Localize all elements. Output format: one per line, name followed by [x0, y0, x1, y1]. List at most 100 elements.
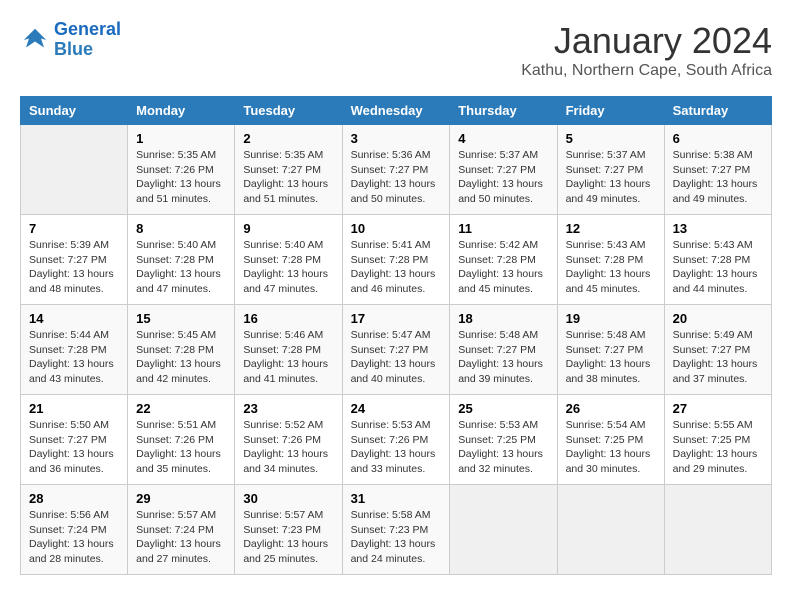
day-number: 13 — [673, 221, 763, 236]
calendar-row-0: 1 Sunrise: 5:35 AMSunset: 7:26 PMDaylight… — [21, 125, 772, 215]
calendar-cell: 10 Sunrise: 5:41 AMSunset: 7:28 PMDayligh… — [342, 215, 450, 305]
calendar-header-row: Sunday Monday Tuesday Wednesday Thursday… — [21, 97, 772, 125]
day-info: Sunrise: 5:41 AMSunset: 7:28 PMDaylight:… — [351, 238, 442, 297]
calendar-row-3: 21Sunrise: 5:50 AMSunset: 7:27 PMDayligh… — [21, 395, 772, 485]
calendar-row-4: 28Sunrise: 5:56 AMSunset: 7:24 PMDayligh… — [21, 485, 772, 575]
calendar-cell: 12Sunrise: 5:43 AMSunset: 7:28 PMDayligh… — [557, 215, 664, 305]
day-info: Sunrise: 5:37 AMSunset: 7:27 PMDaylight:… — [566, 148, 656, 207]
calendar-cell: 1 Sunrise: 5:35 AMSunset: 7:26 PMDaylight… — [128, 125, 235, 215]
col-friday: Friday — [557, 97, 664, 125]
day-info: Sunrise: 5:46 AMSunset: 7:28 PMDaylight:… — [243, 328, 333, 387]
calendar-table: Sunday Monday Tuesday Wednesday Thursday… — [20, 96, 772, 575]
day-number: 5 — [566, 131, 656, 146]
day-info: Sunrise: 5:36 AMSunset: 7:27 PMDaylight:… — [351, 148, 442, 207]
day-info: Sunrise: 5:51 AMSunset: 7:26 PMDaylight:… — [136, 418, 226, 477]
day-number: 23 — [243, 401, 333, 416]
calendar-row-2: 14 Sunrise: 5:44 AMSunset: 7:28 PMDayligh… — [21, 305, 772, 395]
day-number: 1 — [136, 131, 226, 146]
day-info: Sunrise: 5:39 AMSunset: 7:27 PMDaylight:… — [29, 238, 119, 297]
calendar-cell — [664, 485, 771, 575]
day-info: Sunrise: 5:35 AMSunset: 7:26 PMDaylight:… — [136, 148, 226, 207]
calendar-cell: 31Sunrise: 5:58 AMSunset: 7:23 PMDayligh… — [342, 485, 450, 575]
calendar-cell: 30 Sunrise: 5:57 AMSunset: 7:23 PMDayligh… — [235, 485, 342, 575]
day-number: 17 — [351, 311, 442, 326]
calendar-cell: 4 Sunrise: 5:37 AMSunset: 7:27 PMDaylight… — [450, 125, 557, 215]
day-info: Sunrise: 5:52 AMSunset: 7:26 PMDaylight:… — [243, 418, 333, 477]
month-title: January 2024 — [521, 20, 772, 62]
day-number: 27 — [673, 401, 763, 416]
day-info: Sunrise: 5:49 AMSunset: 7:27 PMDaylight:… — [673, 328, 763, 387]
day-info: Sunrise: 5:56 AMSunset: 7:24 PMDaylight:… — [29, 508, 119, 567]
day-info: Sunrise: 5:38 AMSunset: 7:27 PMDaylight:… — [673, 148, 763, 207]
calendar-cell: 26 Sunrise: 5:54 AMSunset: 7:25 PMDayligh… — [557, 395, 664, 485]
day-number: 29 — [136, 491, 226, 506]
day-number: 30 — [243, 491, 333, 506]
day-info: Sunrise: 5:40 AMSunset: 7:28 PMDaylight:… — [136, 238, 226, 297]
col-wednesday: Wednesday — [342, 97, 450, 125]
calendar-cell: 19Sunrise: 5:48 AMSunset: 7:27 PMDayligh… — [557, 305, 664, 395]
day-number: 24 — [351, 401, 442, 416]
calendar-cell: 23 Sunrise: 5:52 AMSunset: 7:26 PMDayligh… — [235, 395, 342, 485]
calendar-cell: 2Sunrise: 5:35 AMSunset: 7:27 PMDaylight… — [235, 125, 342, 215]
calendar-cell: 3 Sunrise: 5:36 AMSunset: 7:27 PMDaylight… — [342, 125, 450, 215]
day-info: Sunrise: 5:48 AMSunset: 7:27 PMDaylight:… — [458, 328, 548, 387]
title-section: January 2024 Kathu, Northern Cape, South… — [521, 20, 772, 80]
day-info: Sunrise: 5:55 AMSunset: 7:25 PMDaylight:… — [673, 418, 763, 477]
calendar-cell: 8 Sunrise: 5:40 AMSunset: 7:28 PMDaylight… — [128, 215, 235, 305]
day-number: 18 — [458, 311, 548, 326]
day-info: Sunrise: 5:57 AMSunset: 7:24 PMDaylight:… — [136, 508, 226, 567]
day-number: 10 — [351, 221, 442, 236]
col-tuesday: Tuesday — [235, 97, 342, 125]
day-info: Sunrise: 5:47 AMSunset: 7:27 PMDaylight:… — [351, 328, 442, 387]
day-number: 11 — [458, 221, 548, 236]
day-info: Sunrise: 5:58 AMSunset: 7:23 PMDaylight:… — [351, 508, 442, 567]
col-saturday: Saturday — [664, 97, 771, 125]
calendar-cell: 21Sunrise: 5:50 AMSunset: 7:27 PMDayligh… — [21, 395, 128, 485]
logo-line2: Blue — [54, 40, 121, 60]
calendar-cell: 29 Sunrise: 5:57 AMSunset: 7:24 PMDayligh… — [128, 485, 235, 575]
col-thursday: Thursday — [450, 97, 557, 125]
day-number: 3 — [351, 131, 442, 146]
calendar-cell — [21, 125, 128, 215]
calendar-cell — [450, 485, 557, 575]
calendar-cell: 7 Sunrise: 5:39 AMSunset: 7:27 PMDaylight… — [21, 215, 128, 305]
day-info: Sunrise: 5:50 AMSunset: 7:27 PMDaylight:… — [29, 418, 119, 477]
calendar-cell: 9 Sunrise: 5:40 AMSunset: 7:28 PMDaylight… — [235, 215, 342, 305]
day-number: 15 — [136, 311, 226, 326]
day-info: Sunrise: 5:40 AMSunset: 7:28 PMDaylight:… — [243, 238, 333, 297]
day-number: 19 — [566, 311, 656, 326]
calendar-cell: 17 Sunrise: 5:47 AMSunset: 7:27 PMDayligh… — [342, 305, 450, 395]
logo: General Blue — [20, 20, 121, 60]
calendar-cell: 27 Sunrise: 5:55 AMSunset: 7:25 PMDayligh… — [664, 395, 771, 485]
day-number: 9 — [243, 221, 333, 236]
day-info: Sunrise: 5:43 AMSunset: 7:28 PMDaylight:… — [673, 238, 763, 297]
logo-icon — [20, 25, 50, 55]
day-info: Sunrise: 5:37 AMSunset: 7:27 PMDaylight:… — [458, 148, 548, 207]
day-number: 14 — [29, 311, 119, 326]
calendar-cell: 16 Sunrise: 5:46 AMSunset: 7:28 PMDayligh… — [235, 305, 342, 395]
day-info: Sunrise: 5:44 AMSunset: 7:28 PMDaylight:… — [29, 328, 119, 387]
day-number: 7 — [29, 221, 119, 236]
location-title: Kathu, Northern Cape, South Africa — [521, 62, 772, 80]
calendar-cell: 28Sunrise: 5:56 AMSunset: 7:24 PMDayligh… — [21, 485, 128, 575]
day-info: Sunrise: 5:53 AMSunset: 7:26 PMDaylight:… — [351, 418, 442, 477]
logo-line1: General — [54, 19, 121, 39]
day-number: 16 — [243, 311, 333, 326]
col-monday: Monday — [128, 97, 235, 125]
day-number: 26 — [566, 401, 656, 416]
day-number: 4 — [458, 131, 548, 146]
day-number: 2 — [243, 131, 333, 146]
calendar-cell: 20Sunrise: 5:49 AMSunset: 7:27 PMDayligh… — [664, 305, 771, 395]
day-info: Sunrise: 5:42 AMSunset: 7:28 PMDaylight:… — [458, 238, 548, 297]
day-info: Sunrise: 5:57 AMSunset: 7:23 PMDaylight:… — [243, 508, 333, 567]
day-info: Sunrise: 5:54 AMSunset: 7:25 PMDaylight:… — [566, 418, 656, 477]
calendar-cell — [557, 485, 664, 575]
day-info: Sunrise: 5:45 AMSunset: 7:28 PMDaylight:… — [136, 328, 226, 387]
day-number: 8 — [136, 221, 226, 236]
logo-text: General Blue — [54, 20, 121, 60]
day-info: Sunrise: 5:53 AMSunset: 7:25 PMDaylight:… — [458, 418, 548, 477]
day-number: 12 — [566, 221, 656, 236]
calendar-cell: 24 Sunrise: 5:53 AMSunset: 7:26 PMDayligh… — [342, 395, 450, 485]
day-number: 22 — [136, 401, 226, 416]
calendar-cell: 18 Sunrise: 5:48 AMSunset: 7:27 PMDayligh… — [450, 305, 557, 395]
